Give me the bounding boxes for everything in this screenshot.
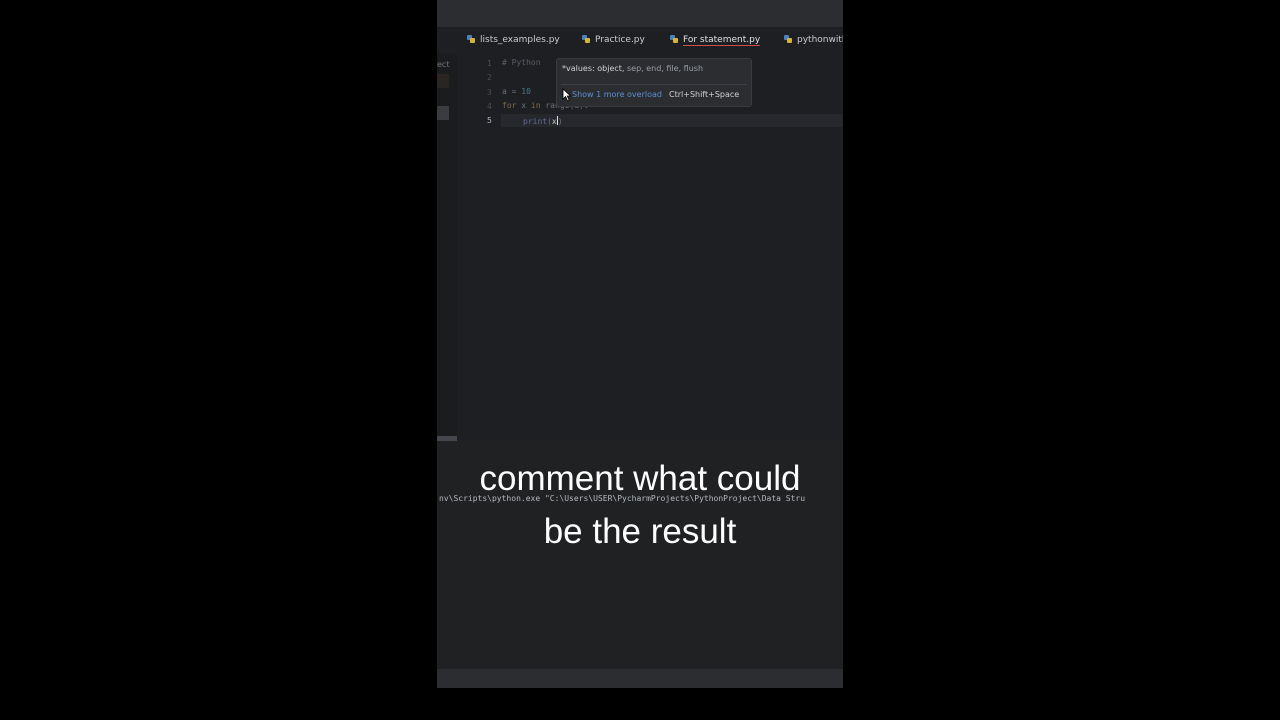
show-more-overload-link[interactable]: Show 1 more overload	[572, 90, 662, 99]
mouse-pointer-icon	[562, 88, 572, 102]
line-number-gutter: 1 2 3 4 5	[457, 54, 502, 440]
title-bar	[437, 0, 843, 27]
project-row-selected[interactable]	[437, 106, 449, 120]
python-file-icon	[670, 35, 678, 43]
code-line-3: a = 10	[502, 87, 531, 96]
project-panel-label: ect	[437, 60, 450, 69]
line-number: 2	[487, 73, 492, 82]
line-number: 3	[487, 88, 492, 97]
editor-tab-bar: lists_examples.py Practice.py For statem…	[437, 27, 843, 55]
project-panel	[437, 54, 457, 440]
parameter-info-popup: *values: object, sep, end, file, flush S…	[556, 58, 752, 107]
tab-lists-examples[interactable]: lists_examples.py	[467, 27, 560, 54]
python-file-icon	[467, 35, 475, 43]
code-line-5: print(x)	[523, 116, 563, 126]
tab-pythonwith[interactable]: pythonwith	[784, 27, 843, 54]
project-row-highlight[interactable]	[437, 74, 449, 88]
line-number-current: 5	[487, 116, 492, 125]
line-number: 1	[487, 59, 492, 68]
status-bar	[437, 669, 843, 688]
caption-line-2: be the result	[543, 512, 737, 551]
shortcut-hint: Ctrl+Shift+Space	[669, 90, 740, 99]
code-editor[interactable]: # Python a = 10 for x in range(a): print…	[501, 54, 843, 440]
tab-for-statement[interactable]: For statement.py	[670, 27, 761, 54]
popup-divider	[561, 84, 747, 85]
caption-line-1: comment what could	[479, 459, 801, 498]
python-file-icon	[784, 35, 792, 43]
line-number: 4	[487, 102, 492, 111]
python-file-icon	[582, 35, 590, 43]
tab-practice[interactable]: Practice.py	[582, 27, 645, 54]
code-line-1: # Python	[502, 58, 541, 67]
video-caption: comment what could be the result	[437, 452, 843, 558]
parameter-signature: *values: object, sep, end, file, flush	[562, 64, 704, 73]
